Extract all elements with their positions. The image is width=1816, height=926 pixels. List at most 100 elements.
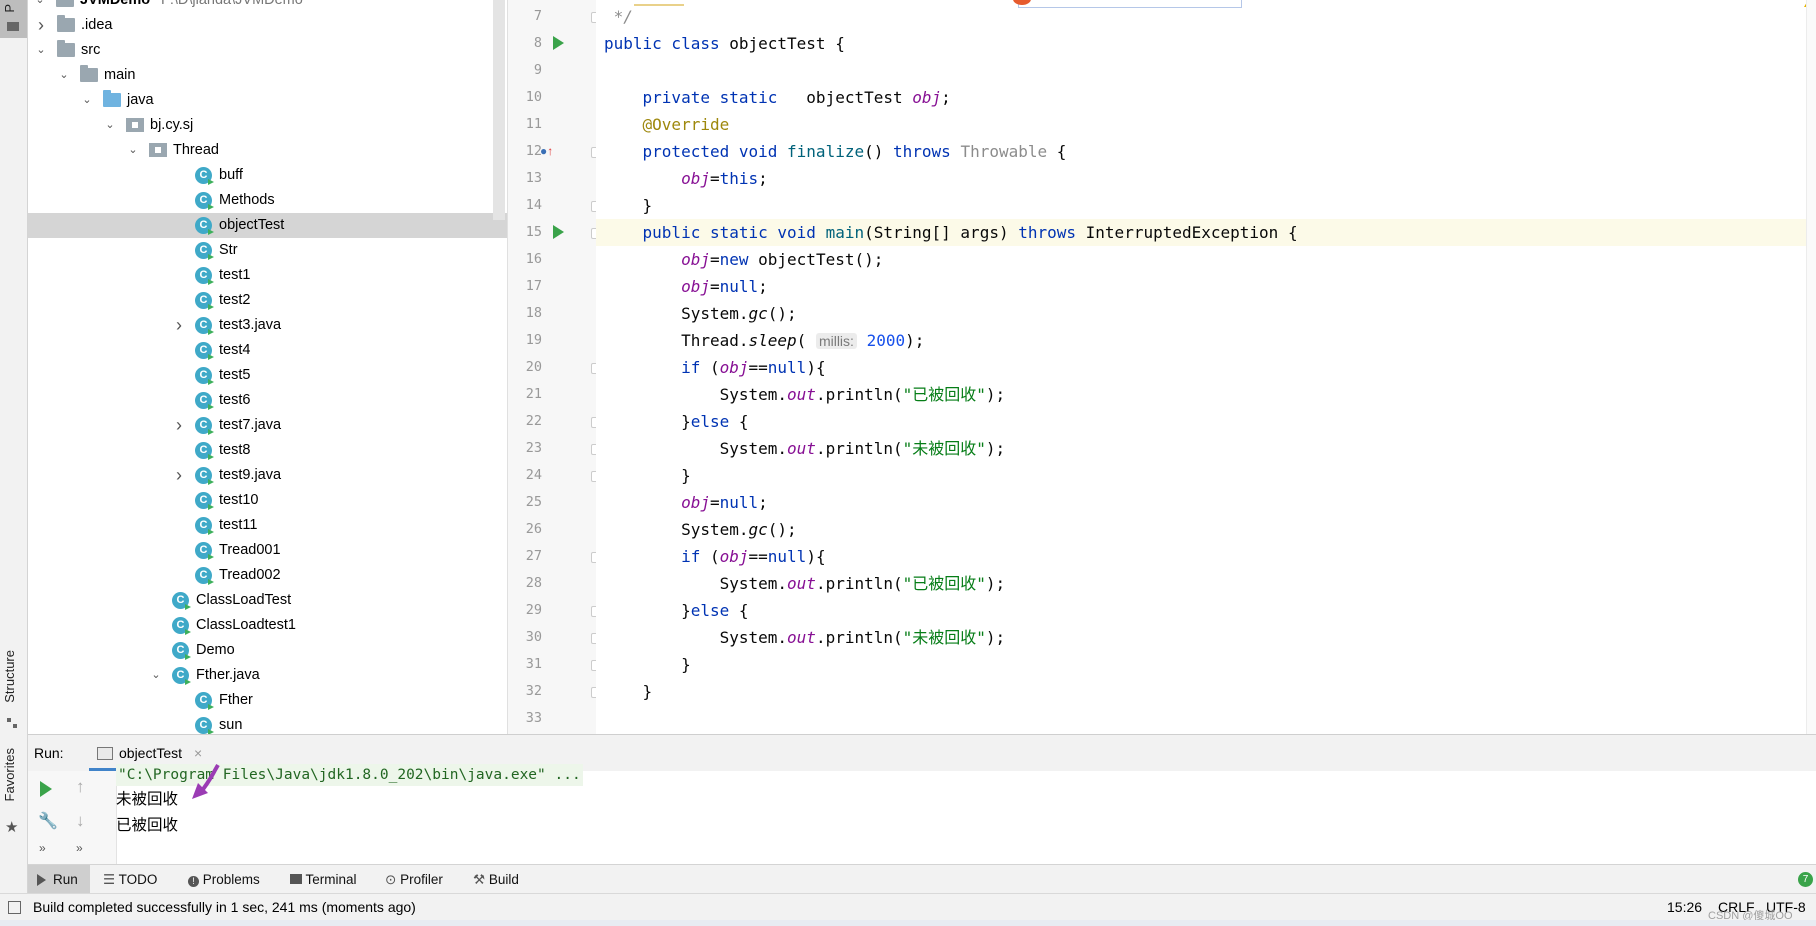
tree-root[interactable]: ⌄ JVMDemo F:\D\jianda\JVMDemo — [28, 0, 507, 13]
code-line[interactable]: if (obj==null){ — [604, 354, 826, 381]
chevron-right-icon[interactable]: › — [173, 463, 185, 488]
tree-item[interactable]: Cbuff — [28, 163, 507, 188]
code-line[interactable]: } — [604, 192, 653, 219]
editor-scrollbar[interactable] — [1806, 0, 1816, 734]
code-line[interactable]: }else { — [604, 408, 748, 435]
code-line[interactable]: public static void main(String[] args) t… — [596, 219, 1816, 246]
line-number: 19 — [525, 332, 542, 348]
tree-item[interactable]: › Ctest7.java — [28, 413, 507, 438]
chevron-right-icon[interactable]: › — [173, 313, 185, 338]
chevron-down-icon[interactable]: ⌄ — [127, 138, 139, 163]
wrench-icon[interactable]: 🔧 — [38, 811, 58, 831]
tree-item[interactable]: C ClassLoadTest — [28, 588, 507, 613]
code-line[interactable]: protected void finalize() throws Throwab… — [604, 138, 1067, 165]
tree-item[interactable]: ⌄ Thread — [28, 138, 507, 163]
tool-run[interactable]: Run — [28, 865, 90, 894]
code-line[interactable]: obj=this; — [604, 165, 768, 192]
tree-item[interactable]: CobjectTest — [28, 213, 507, 238]
run-gutter-icon[interactable] — [553, 36, 564, 50]
chevron-down-icon[interactable]: ⌄ — [35, 38, 47, 63]
project-tool-tab[interactable]: P — [0, 0, 27, 38]
tool-todo[interactable]: ☰ TODO — [103, 865, 157, 894]
tool-terminal[interactable]: Terminal — [290, 865, 357, 894]
tree-item[interactable]: Ctest4 — [28, 338, 507, 363]
code-token: objectTest(); — [758, 250, 884, 269]
caret-position[interactable]: 15:26 — [1667, 894, 1702, 921]
run-gutter-icon[interactable] — [553, 225, 564, 239]
tree-item[interactable]: ⌄ src — [28, 38, 507, 63]
code-line[interactable]: @Override — [604, 111, 730, 138]
tree-item[interactable]: ⌄ java — [28, 88, 507, 113]
tree-item[interactable]: C Tread001 — [28, 538, 507, 563]
chevron-down-icon[interactable]: ⌄ — [58, 63, 70, 88]
code-line[interactable]: obj=new objectTest(); — [604, 246, 883, 273]
tree-item[interactable]: Ctest8 — [28, 438, 507, 463]
tree-item[interactable]: Ctest6 — [28, 388, 507, 413]
tree-item[interactable]: ⌄ bj.cy.sj — [28, 113, 507, 138]
tree-item[interactable]: Ctest1 — [28, 263, 507, 288]
tree-item[interactable]: C Tread002 — [28, 563, 507, 588]
tool-build[interactable]: ⚒ Build — [473, 865, 519, 894]
tree-item[interactable]: Ctest10 — [28, 488, 507, 513]
tree-item[interactable]: ⌄ main — [28, 63, 507, 88]
chevron-down-icon[interactable]: ⌄ — [150, 663, 162, 688]
tree-item[interactable]: Ctest2 — [28, 288, 507, 313]
structure-tool-tab[interactable]: Structure — [0, 650, 27, 730]
status-toggle-icon[interactable] — [8, 901, 21, 914]
override-marker-icon[interactable]: ●↑ — [540, 144, 553, 158]
tree-item-label: bj.cy.sj — [150, 117, 194, 133]
code-line[interactable]: Thread.sleep( millis: 2000); — [604, 327, 924, 354]
code-line[interactable]: System.gc(); — [604, 300, 797, 327]
favorites-tool-tab[interactable]: Favorites ★ — [0, 748, 27, 840]
chevron-down-icon[interactable]: ⌄ — [104, 113, 116, 138]
floating-toolbar[interactable] — [1013, 0, 1242, 8]
tree-item[interactable]: C Demo — [28, 638, 507, 663]
tree-item[interactable]: C Str — [28, 238, 507, 263]
up-arrow-icon[interactable]: ↑ — [76, 777, 85, 797]
code-line[interactable]: public class objectTest { — [604, 30, 845, 57]
code-line[interactable]: } — [604, 651, 691, 678]
code-line[interactable]: System.out.println("未被回收"); — [604, 624, 1006, 651]
code-line[interactable]: } — [604, 678, 653, 705]
tree-item[interactable]: › Ctest9.java — [28, 463, 507, 488]
tree-item[interactable]: C ClassLoadtest1 — [28, 613, 507, 638]
tree-scrollbar[interactable] — [493, 0, 505, 220]
code-line[interactable]: obj=null; — [604, 273, 768, 300]
tool-problems[interactable]: ! Problems — [188, 865, 260, 894]
code-line[interactable]: }else { — [604, 597, 748, 624]
event-log-badge[interactable]: 7 — [1798, 872, 1813, 887]
code-line[interactable]: System.out.println("未被回收"); — [604, 435, 1006, 462]
code-line[interactable]: private static objectTest obj; — [604, 84, 951, 111]
editor-gutter: 7 8 9 10 11 12 13 14 15 16 17 18 19 20 21 22 23 24 25 26 27 2… — [507, 0, 601, 734]
code-line[interactable]: obj=null; — [604, 489, 768, 516]
chevron-right-icon[interactable]: › — [173, 413, 185, 438]
tree-item[interactable]: C Fther — [28, 688, 507, 713]
code-editor[interactable]: */ public class objectTest { private stat… — [596, 0, 1816, 734]
tree-item[interactable]: › Ctest3.java — [28, 313, 507, 338]
code-line[interactable]: System.out.println("已被回收"); — [604, 570, 1006, 597]
close-icon[interactable]: × — [194, 745, 202, 761]
java-class-icon: C — [195, 717, 212, 734]
code-line[interactable]: if (obj==null){ — [604, 543, 826, 570]
more-actions-icon[interactable]: » — [76, 841, 83, 855]
tree-item[interactable]: ⌄ C Fther.java — [28, 663, 507, 688]
rerun-icon[interactable] — [40, 781, 52, 797]
code-line[interactable]: */ — [604, 3, 633, 30]
chevron-down-icon[interactable]: ⌄ — [81, 88, 93, 113]
code-line[interactable]: System.gc(); — [604, 516, 797, 543]
code-token: == — [748, 358, 768, 377]
tool-profiler[interactable]: ⊙ Profiler — [385, 865, 443, 894]
code-line[interactable]: System.out.println("已被回收"); — [604, 381, 1006, 408]
more-actions-icon[interactable]: » — [39, 841, 46, 855]
tree-item[interactable]: Ctest5 — [28, 363, 507, 388]
tree-item[interactable]: Csun — [28, 713, 507, 734]
tree-item[interactable]: › .idea — [28, 13, 507, 38]
tree-item[interactable]: Ctest11 — [28, 513, 507, 538]
down-arrow-icon[interactable]: ↓ — [76, 811, 85, 831]
code-line[interactable]: } — [604, 462, 691, 489]
status-message[interactable]: Build completed successfully in 1 sec, 2… — [33, 894, 416, 921]
line-number: 16 — [525, 251, 542, 267]
chevron-down-icon[interactable]: ⌄ — [34, 0, 46, 13]
chevron-right-icon[interactable]: › — [35, 13, 47, 38]
tree-item[interactable]: C Methods — [28, 188, 507, 213]
